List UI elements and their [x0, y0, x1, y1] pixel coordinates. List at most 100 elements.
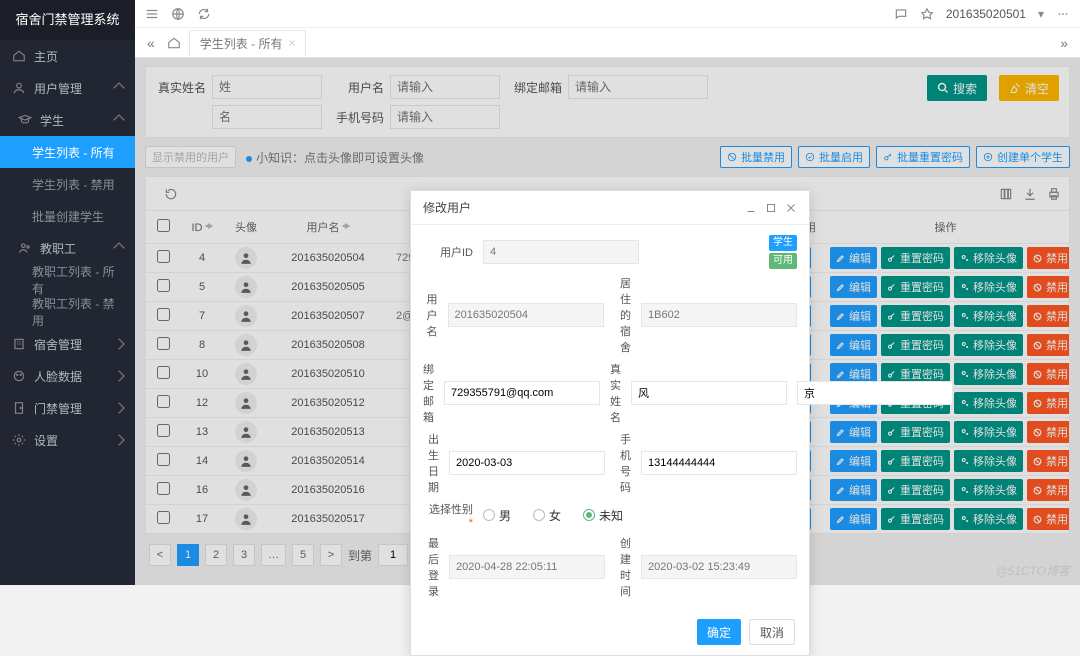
edit-user-dialog: 修改用户 用户ID 学生 可用 用户名 居住的宿舍 绑定邮箱 真实姓名 — [410, 190, 810, 656]
tab-label: 学生列表 - 所有 — [200, 35, 283, 52]
chevron-right-icon — [113, 402, 124, 413]
dialog-header: 修改用户 — [411, 191, 809, 225]
chevron-right-icon — [113, 370, 124, 381]
chevron-down-icon — [113, 242, 124, 253]
sidebar-item-label: 主页 — [34, 48, 58, 65]
gender-unknown-radio[interactable]: 未知 — [583, 507, 623, 524]
sidebar-teacher-sub: 教职工列表 - 所有 教职工列表 - 禁用 — [0, 264, 135, 328]
sidebar-item-label: 用户管理 — [34, 80, 82, 97]
globe-icon[interactable] — [171, 7, 185, 21]
dialog-title: 修改用户 — [423, 199, 471, 216]
chevron-down-icon — [113, 114, 124, 125]
sidebar-item-label: 设置 — [34, 432, 58, 449]
sidebar-item-dorm[interactable]: 宿舍管理 — [0, 328, 135, 360]
username-label: 用户名 — [423, 291, 438, 339]
sidebar-item-users[interactable]: 用户管理 — [0, 72, 135, 104]
sidebar-item-student[interactable]: 学生 — [0, 104, 135, 136]
radio-label: 女 — [549, 507, 561, 524]
face-icon — [12, 369, 26, 383]
realname-label: 真实姓名 — [610, 361, 621, 425]
sidebar-item-student-batch[interactable]: 批量创建学生 — [0, 200, 135, 232]
tab-students[interactable]: 学生列表 - 所有 × — [189, 30, 307, 56]
sidebar-item-label: 学生列表 - 禁用 — [32, 176, 115, 193]
watermark: @51CTO博客 — [995, 562, 1070, 579]
role-badge: 学生 — [769, 235, 797, 251]
sidebar-item-label: 宿舍管理 — [34, 336, 82, 353]
chevron-right-icon — [113, 434, 124, 445]
sidebar-item-access[interactable]: 门禁管理 — [0, 392, 135, 424]
tabs-prev-icon[interactable]: « — [143, 35, 159, 51]
sidebar-item-label: 人脸数据 — [34, 368, 82, 385]
username-field — [448, 303, 604, 327]
gear-icon — [12, 433, 26, 447]
maximize-icon[interactable] — [765, 202, 777, 214]
sidebar-item-label: 教职工 — [40, 240, 76, 257]
sidebar-item-home[interactable]: 主页 — [0, 40, 135, 72]
lastlogin-field — [449, 555, 605, 579]
chevron-right-icon — [113, 338, 124, 349]
tabs-next-icon[interactable]: » — [1056, 35, 1072, 51]
dorm-field — [641, 303, 797, 327]
user-icon — [12, 81, 26, 95]
sidebar: 宿舍门禁管理系统 主页 用户管理 学生 学生列表 - 所有 学生列表 - 禁用 … — [0, 0, 135, 585]
created-field — [641, 555, 797, 579]
radio-label: 未知 — [599, 507, 623, 524]
door-icon — [12, 401, 26, 415]
sidebar-item-teacher[interactable]: 教职工 — [0, 232, 135, 264]
birth-label: 出生日期 — [423, 431, 439, 495]
minimize-icon[interactable] — [745, 202, 757, 214]
gender-male-radio[interactable]: 男 — [483, 507, 511, 524]
chevron-down-icon[interactable]: ▾ — [1038, 7, 1044, 21]
student-icon — [18, 113, 32, 127]
close-icon[interactable] — [785, 202, 797, 214]
tab-bar: « 学生列表 - 所有 × » — [135, 28, 1080, 58]
birth-field[interactable] — [449, 451, 605, 475]
theme-icon[interactable] — [920, 7, 934, 21]
sidebar-item-label: 批量创建学生 — [32, 208, 104, 225]
gender-female-radio[interactable]: 女 — [533, 507, 561, 524]
user-id-label[interactable]: 201635020501 — [946, 7, 1026, 21]
created-label: 创建时间 — [615, 535, 631, 599]
ok-button[interactable]: 确定 — [697, 619, 741, 645]
sidebar-item-teacher-all[interactable]: 教职工列表 - 所有 — [0, 264, 135, 296]
topbar: 201635020501 ▾ — [135, 0, 1080, 28]
surname-field[interactable] — [631, 381, 787, 405]
teacher-icon — [18, 241, 32, 255]
more-icon[interactable] — [1056, 7, 1070, 21]
sidebar-item-settings[interactable]: 设置 — [0, 424, 135, 456]
sidebar-item-label: 门禁管理 — [34, 400, 82, 417]
building-icon — [12, 337, 26, 351]
sidebar-item-label: 学生列表 - 所有 — [32, 144, 115, 161]
userid-label: 用户ID — [423, 244, 473, 260]
sidebar-item-label: 学生 — [40, 112, 64, 129]
app-title: 宿舍门禁管理系统 — [0, 0, 135, 40]
email-label: 绑定邮箱 — [423, 361, 434, 425]
tab-home-icon[interactable] — [167, 36, 181, 50]
phone-label: 手机号码 — [615, 431, 631, 495]
sidebar-item-student-disabled[interactable]: 学生列表 - 禁用 — [0, 168, 135, 200]
sidebar-item-face[interactable]: 人脸数据 — [0, 360, 135, 392]
sidebar-student-sub: 学生列表 - 所有 学生列表 - 禁用 批量创建学生 — [0, 136, 135, 232]
sidebar-item-label: 教职工列表 - 禁用 — [32, 295, 123, 329]
userid-field — [483, 240, 639, 264]
sidebar-item-teacher-disabled[interactable]: 教职工列表 - 禁用 — [0, 296, 135, 328]
radio-label: 男 — [499, 507, 511, 524]
status-badge: 可用 — [769, 253, 797, 269]
cancel-button[interactable]: 取消 — [749, 619, 795, 645]
firstname-field[interactable] — [797, 381, 953, 405]
close-icon[interactable]: × — [288, 36, 295, 50]
dialog-body: 用户ID 学生 可用 用户名 居住的宿舍 绑定邮箱 真实姓名 出生日期 手机号码 — [411, 225, 809, 609]
menu-icon[interactable] — [145, 7, 159, 21]
refresh-icon[interactable] — [197, 7, 211, 21]
gender-label: 选择性别* — [423, 501, 473, 529]
dialog-footer: 确定 取消 — [411, 609, 809, 655]
message-icon[interactable] — [894, 7, 908, 21]
email-field[interactable] — [444, 381, 600, 405]
sidebar-item-student-all[interactable]: 学生列表 - 所有 — [0, 136, 135, 168]
home-icon — [12, 49, 26, 63]
dorm-label: 居住的宿舍 — [614, 275, 631, 355]
lastlogin-label: 最后登录 — [423, 535, 439, 599]
phone-field[interactable] — [641, 451, 797, 475]
sidebar-item-label: 教职工列表 - 所有 — [32, 263, 123, 297]
chevron-down-icon — [113, 82, 124, 93]
